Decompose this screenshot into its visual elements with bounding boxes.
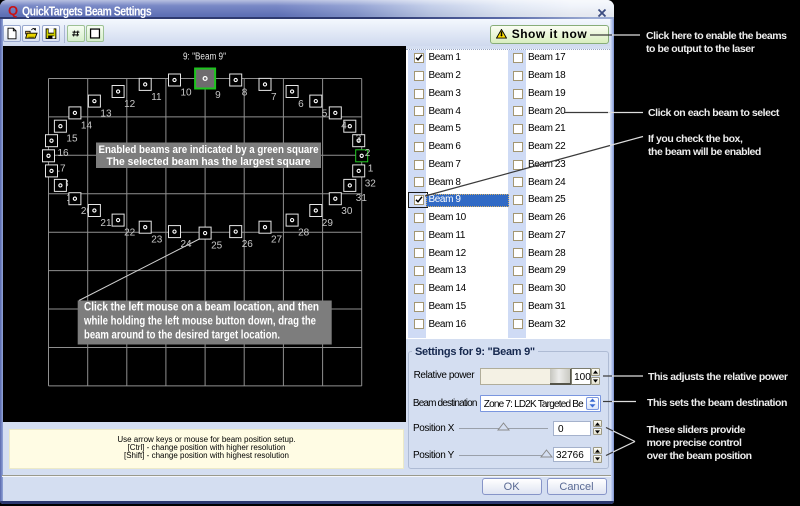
svg-text:Click the left mouse on a beam: Click the left mouse on a beam location,… xyxy=(84,302,319,314)
svg-text:25: 25 xyxy=(211,241,223,252)
svg-text:1: 1 xyxy=(368,163,374,174)
svg-text:12: 12 xyxy=(124,99,136,110)
svg-text:23: 23 xyxy=(151,235,163,246)
svg-text:9: "Beam 9": 9: "Beam 9" xyxy=(183,52,226,63)
svg-text:8: 8 xyxy=(242,88,248,99)
svg-text:21: 21 xyxy=(100,218,112,229)
svg-text:5: 5 xyxy=(322,109,328,120)
svg-text:Enabled beams are indicated by: Enabled beams are indicated by a green s… xyxy=(99,144,319,156)
svg-text:beam around to the desired tar: beam around to the desired target locati… xyxy=(84,330,280,342)
svg-text:9: 9 xyxy=(215,90,221,101)
svg-text:11: 11 xyxy=(151,92,162,103)
svg-text:22: 22 xyxy=(124,228,136,239)
svg-text:16: 16 xyxy=(58,148,70,159)
svg-text:14: 14 xyxy=(81,120,93,131)
svg-text:10: 10 xyxy=(181,88,193,99)
svg-text:26: 26 xyxy=(242,239,254,250)
svg-text:32: 32 xyxy=(365,178,377,189)
svg-text:31: 31 xyxy=(356,193,368,204)
svg-text:7: 7 xyxy=(271,92,277,103)
svg-text:while holding the left mouse b: while holding the left mouse button down… xyxy=(83,316,316,328)
svg-text:4: 4 xyxy=(341,120,347,131)
svg-text:27: 27 xyxy=(271,235,283,246)
svg-text:3: 3 xyxy=(356,134,362,145)
svg-text:6: 6 xyxy=(298,99,304,110)
svg-text:2: 2 xyxy=(365,148,371,159)
svg-text:24: 24 xyxy=(181,239,193,250)
svg-text:13: 13 xyxy=(100,109,112,120)
svg-text:28: 28 xyxy=(298,228,310,239)
svg-text:The selected beam has the larg: The selected beam has the largest square xyxy=(107,156,311,168)
svg-text:15: 15 xyxy=(66,134,78,145)
svg-text:29: 29 xyxy=(322,218,334,229)
svg-text:30: 30 xyxy=(341,206,353,217)
